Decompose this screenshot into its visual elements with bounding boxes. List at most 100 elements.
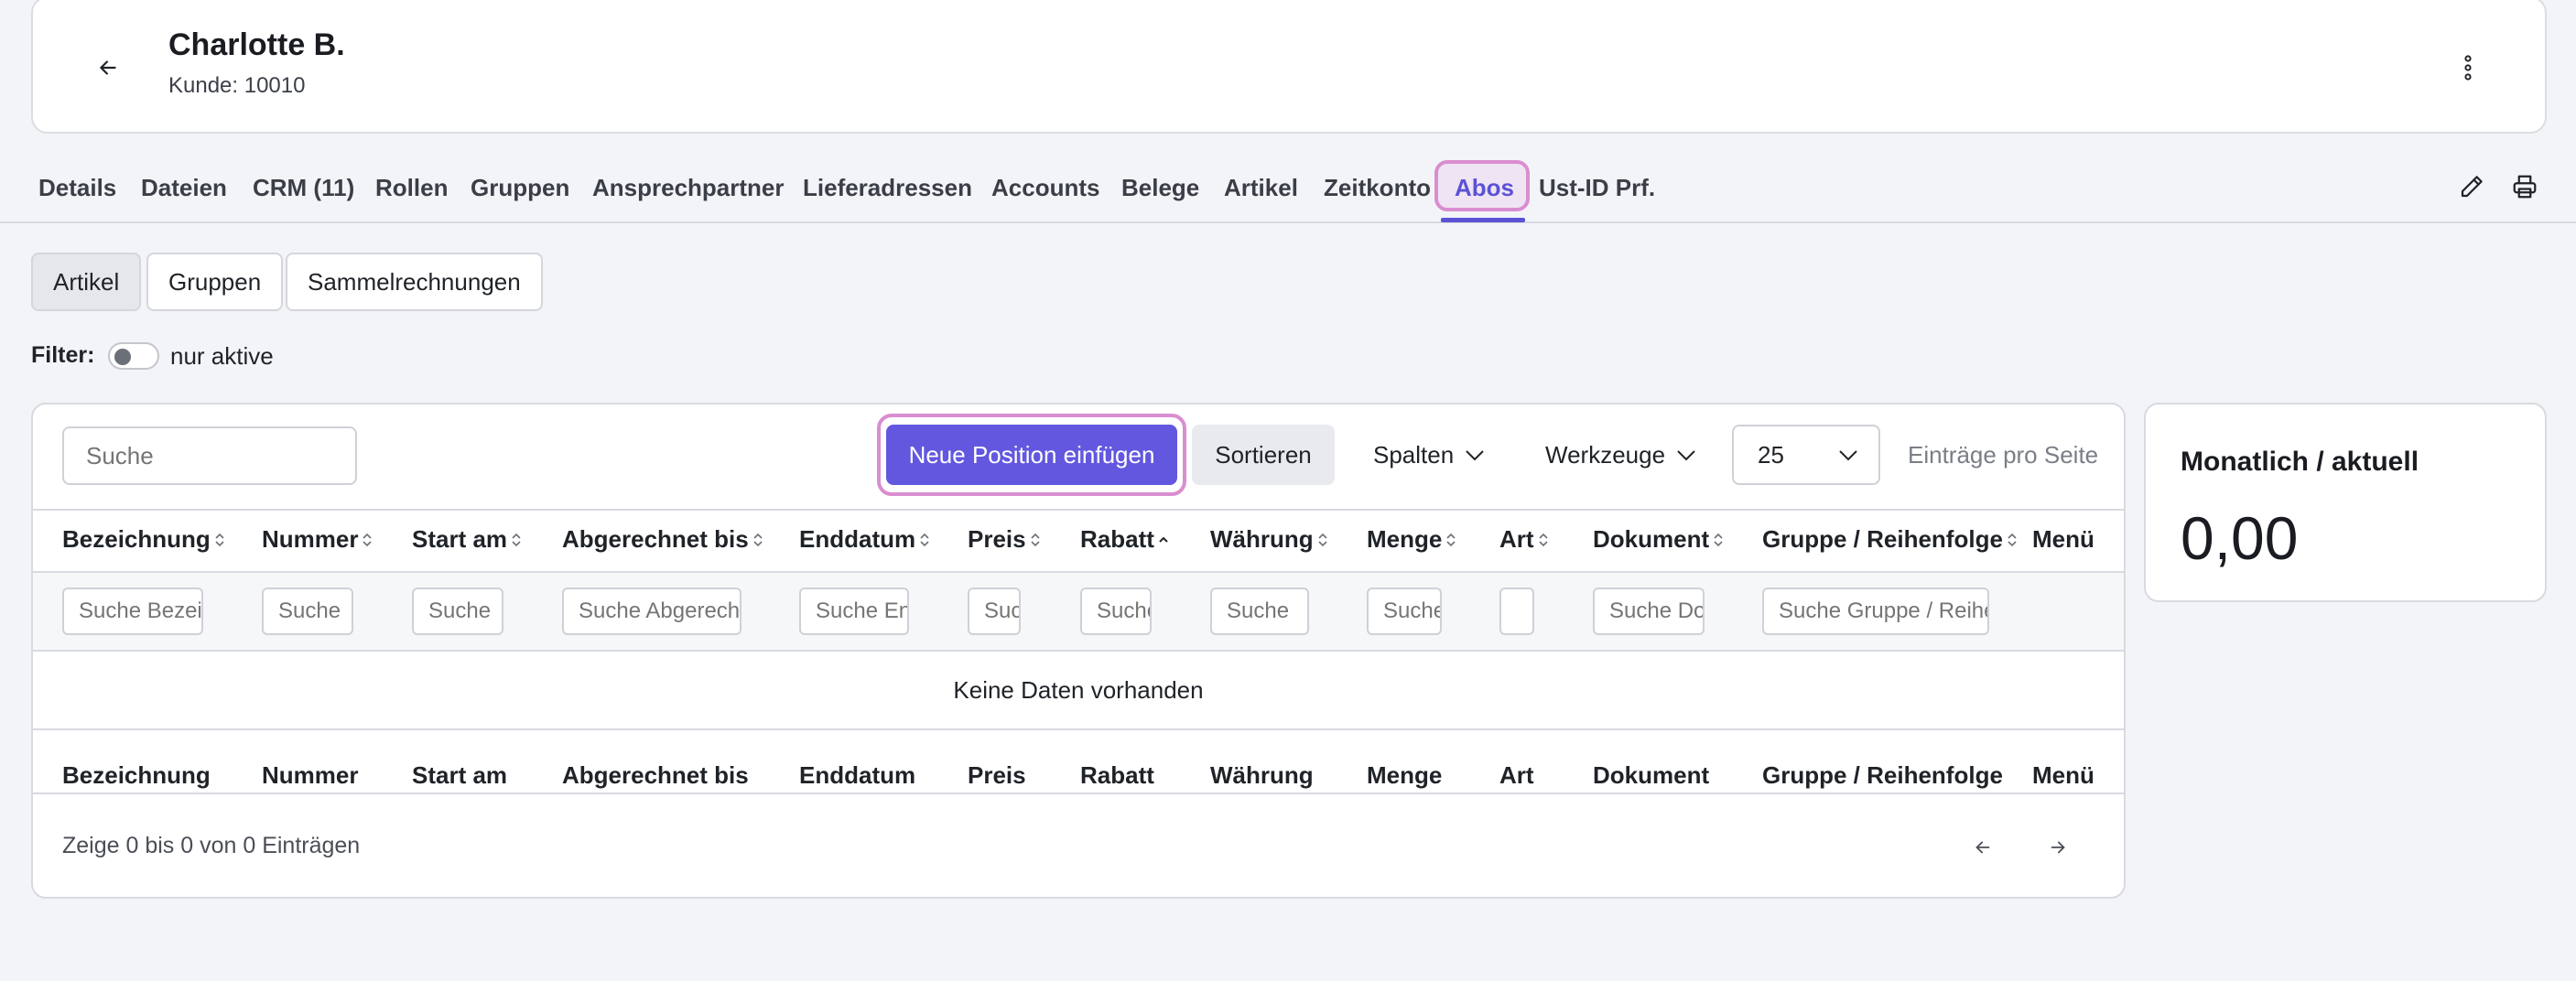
column-footer-bezeichnung: Bezeichnung xyxy=(62,761,211,789)
filter-label: Filter: xyxy=(31,342,95,368)
edit-button[interactable] xyxy=(2453,168,2490,205)
filter-input-nummer[interactable] xyxy=(262,588,353,635)
filter-input-enddatum[interactable] xyxy=(799,588,909,635)
column-header-dokument[interactable]: Dokument xyxy=(1593,525,1724,554)
per-page-label: Einträge pro Seite xyxy=(1908,441,2099,469)
tab-abos[interactable]: Abos xyxy=(1455,174,1514,202)
filter-input-gruppe-reihenfolge[interactable] xyxy=(1762,588,1989,635)
empty-state-row: Keine Daten vorhanden xyxy=(33,652,2124,730)
column-header-gruppe-reihenfolge[interactable]: Gruppe / Reihenfolge xyxy=(1762,525,2018,554)
customer-header-card xyxy=(31,0,2547,134)
toggle-knob xyxy=(114,349,131,365)
pencil-icon xyxy=(2461,176,2483,198)
column-footer-nummer: Nummer xyxy=(262,761,359,789)
tab-zeitkonto[interactable]: Zeitkonto xyxy=(1324,174,1431,202)
search-input[interactable] xyxy=(62,426,357,485)
filter-input-waehrung[interactable] xyxy=(1210,588,1309,635)
filter-input-start-am[interactable] xyxy=(412,588,503,635)
page-size-value: 25 xyxy=(1758,440,1784,469)
tab-ansprechpartner[interactable]: Ansprechpartner xyxy=(592,174,785,202)
printer-icon xyxy=(2513,175,2537,199)
sort-icon xyxy=(920,533,929,546)
column-header-enddatum[interactable]: Enddatum xyxy=(799,525,930,554)
tab-ust-id[interactable]: Ust-ID Prf. xyxy=(1539,174,1655,202)
column-header-art[interactable]: Art xyxy=(1499,525,1549,554)
arrow-right-icon xyxy=(2051,841,2065,854)
filter-input-dokument[interactable] xyxy=(1593,588,1705,635)
tab-belege[interactable]: Belege xyxy=(1121,174,1199,202)
column-header-start-am[interactable]: Start am xyxy=(412,525,522,554)
active-only-toggle[interactable] xyxy=(108,342,159,370)
column-footer-waehrung: Währung xyxy=(1210,761,1314,789)
more-menu-button[interactable] xyxy=(2452,49,2484,86)
kebab-menu-icon xyxy=(2464,55,2472,81)
chevron-down-icon xyxy=(1466,450,1484,461)
page-size-select[interactable]: 25 xyxy=(1732,425,1880,485)
subtab-artikel[interactable]: Artikel xyxy=(31,253,142,311)
column-header-waehrung[interactable]: Währung xyxy=(1210,525,1328,554)
subtab-gruppen[interactable]: Gruppen xyxy=(146,253,284,311)
arrow-left-icon xyxy=(1975,841,1990,854)
column-header-rabatt[interactable]: Rabatt xyxy=(1080,525,1169,554)
column-header-menue: Menü xyxy=(2032,525,2094,553)
sort-icon xyxy=(1446,533,1456,546)
columns-dropdown[interactable]: Spalten xyxy=(1373,425,1485,485)
filter-input-rabatt[interactable] xyxy=(1080,588,1152,635)
column-header-preis[interactable]: Preis xyxy=(968,525,1041,554)
tab-accounts[interactable]: Accounts xyxy=(991,174,1099,202)
columns-label: Spalten xyxy=(1373,440,1455,469)
sort-icon xyxy=(1538,533,1548,546)
column-footer-gruppe-reihenfolge: Gruppe / Reihenfolge xyxy=(1762,761,2003,789)
filter-input-abgerechnet-bis[interactable] xyxy=(562,588,741,635)
sort-icon xyxy=(1318,533,1327,546)
sort-icon xyxy=(2008,533,2017,546)
column-footer-rabatt: Rabatt xyxy=(1080,761,1154,789)
column-header-bezeichnung[interactable]: Bezeichnung xyxy=(62,525,225,554)
column-header-menge[interactable]: Menge xyxy=(1367,525,1456,554)
column-header-nummer[interactable]: Nummer xyxy=(262,525,373,554)
tab-artikel[interactable]: Artikel xyxy=(1224,174,1298,202)
back-button[interactable] xyxy=(90,49,126,86)
filter-input-preis[interactable] xyxy=(968,588,1021,635)
sort-icon xyxy=(1031,533,1040,546)
tab-gruppen[interactable]: Gruppen xyxy=(471,174,569,202)
print-button[interactable] xyxy=(2506,168,2543,205)
filter-input-art[interactable] xyxy=(1499,588,1534,635)
tab-rollen[interactable]: Rollen xyxy=(375,174,448,202)
column-footer-art: Art xyxy=(1499,761,1534,789)
column-footer-enddatum: Enddatum xyxy=(799,761,916,789)
customer-name: Charlotte B. xyxy=(168,27,345,62)
tab-lieferadressen[interactable]: Lieferadressen xyxy=(803,174,972,202)
sort-icon xyxy=(753,533,763,546)
sort-button[interactable]: Sortieren xyxy=(1192,425,1335,485)
column-footer-dokument: Dokument xyxy=(1593,761,1710,789)
active-tab-underline xyxy=(1441,218,1525,222)
sort-icon xyxy=(215,533,224,546)
filter-input-menge[interactable] xyxy=(1367,588,1442,635)
filter-input-bezeichnung[interactable] xyxy=(62,588,203,635)
tools-dropdown[interactable]: Werkzeuge xyxy=(1545,425,1696,485)
column-footer-start-am: Start am xyxy=(412,761,508,789)
column-footer-abgerechnet-bis: Abgerechnet bis xyxy=(562,761,749,789)
active-only-label: nur aktive xyxy=(170,342,274,370)
tools-label: Werkzeuge xyxy=(1545,440,1666,469)
arrow-left-icon xyxy=(100,60,116,75)
chevron-down-icon xyxy=(1839,450,1857,461)
new-position-button[interactable]: Neue Position einfügen xyxy=(886,425,1177,485)
pagination-info: Zeige 0 bis 0 von 0 Einträgen xyxy=(62,833,361,858)
tab-dateien[interactable]: Dateien xyxy=(141,174,227,202)
sort-icon xyxy=(363,533,373,546)
column-header-abgerechnet-bis[interactable]: Abgerechnet bis xyxy=(562,525,763,554)
column-footer-menge: Menge xyxy=(1367,761,1443,789)
tab-crm[interactable]: CRM (11) xyxy=(253,174,354,202)
column-footer-preis: Preis xyxy=(968,761,1026,789)
next-page-button[interactable] xyxy=(2040,829,2076,866)
subtab-sammelrechnungen[interactable]: Sammelrechnungen xyxy=(286,253,543,311)
tab-details[interactable]: Details xyxy=(38,174,116,202)
previous-page-button[interactable] xyxy=(1964,829,2001,866)
sort-asc-icon xyxy=(1159,536,1168,543)
chevron-down-icon xyxy=(1677,450,1695,461)
sort-icon xyxy=(1714,533,1723,546)
summary-value: 0,00 xyxy=(2181,504,2299,572)
sort-icon xyxy=(512,533,521,546)
